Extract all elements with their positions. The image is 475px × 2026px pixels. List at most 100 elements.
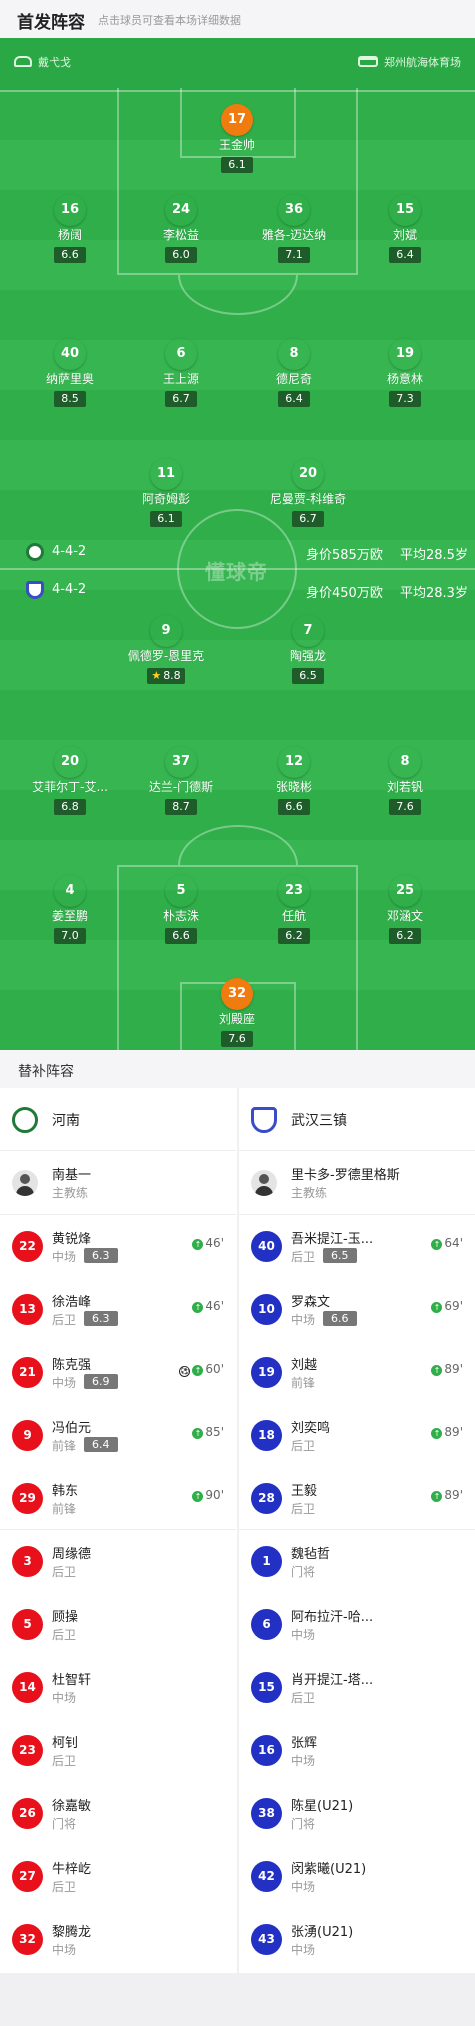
- sub-player-row[interactable]: 6 阿布拉汗-哈... 中场: [239, 1593, 475, 1656]
- player-name: 刘斌: [392, 228, 417, 242]
- away-player[interactable]: 4 姜至鹏 7.0: [22, 875, 118, 955]
- sub-player-name: 王毅: [291, 1484, 318, 1499]
- home-player[interactable]: 15 刘斌 6.4: [357, 194, 453, 274]
- away-team-row[interactable]: 武汉三镇: [239, 1088, 475, 1151]
- player-name: 纳萨里奥: [45, 372, 94, 386]
- sub-player-row[interactable]: 18 刘奕鸣 后卫 ↑ 89': [239, 1404, 475, 1467]
- sub-player-row[interactable]: 16 张辉 中场: [239, 1719, 475, 1782]
- away-subs-column: 武汉三镇 里卡多-罗德里格斯 主教练 40 吾米提江-玉... 后卫 6.5 ↑ 64' 1…: [239, 1088, 475, 1971]
- sub-player-row[interactable]: 14 杜智轩 中场: [0, 1656, 236, 1719]
- rating-value: 6.1: [157, 512, 175, 525]
- sub-player-row[interactable]: 38 陈星(U21) 门将: [239, 1782, 475, 1845]
- sub-player-row[interactable]: 32 黎腾龙 中场: [0, 1908, 236, 1971]
- home-player[interactable]: 20 尼曼贾-科维奇 6.7: [260, 458, 356, 538]
- rating-value: 6.8: [61, 800, 79, 813]
- sub-player-row[interactable]: 43 张湧(U21) 中场: [239, 1908, 475, 1971]
- player-rating: 6.2: [389, 928, 421, 944]
- sub-player-row[interactable]: 19 刘越 前锋 ↑ 89': [239, 1341, 475, 1404]
- rating-value: 7.6: [228, 1032, 246, 1045]
- sub-player-position: 门将: [52, 1817, 77, 1831]
- player-number: 11: [150, 458, 182, 490]
- sub-player-position: 后卫: [52, 1313, 77, 1327]
- away-player[interactable]: 23 任航 6.2: [246, 875, 342, 955]
- away-player[interactable]: 8 刘若钒 7.6: [357, 746, 453, 826]
- player-rating: 8.5: [54, 391, 86, 407]
- sub-in-icon: ↑: [192, 1239, 204, 1250]
- sub-player-row[interactable]: 40 吾米提江-玉... 后卫 6.5 ↑ 64': [239, 1215, 475, 1278]
- away-player[interactable]: 20 艾菲尔丁-艾... 6.8: [22, 746, 118, 826]
- player-number: 36: [278, 194, 310, 226]
- sub-player-row[interactable]: 3 周缘德 后卫: [0, 1530, 236, 1593]
- sub-player-row[interactable]: 5 顾操 后卫: [0, 1593, 236, 1656]
- player-rating: 7.0: [54, 928, 86, 944]
- away-player[interactable]: 37 达兰-门德斯 8.7: [133, 746, 229, 826]
- player-rating: 6.1: [221, 157, 253, 173]
- home-team-row[interactable]: 河南: [0, 1088, 236, 1151]
- home-player[interactable]: 16 杨阔 6.6: [22, 194, 118, 274]
- sub-player-row[interactable]: 9 冯伯元 前锋 6.4 ↑ 85': [0, 1404, 236, 1467]
- away-coach[interactable]: 里卡多-罗德里格斯 主教练: [239, 1151, 475, 1215]
- sub-player-name: 闵紫曦(U21): [291, 1862, 367, 1877]
- lineup-header: 首发阵容 点击球员可查看本场详细数据: [0, 0, 475, 38]
- player-number: 23: [278, 875, 310, 907]
- away-player[interactable]: 32 刘殿座 7.6: [189, 978, 285, 1050]
- player-name: 任航: [281, 909, 306, 923]
- sub-player-row[interactable]: 10 罗森文 中场 6.6 ↑ 69': [239, 1278, 475, 1341]
- away-player[interactable]: 9 佩德罗-恩里克 ★ 8.8: [118, 615, 214, 695]
- sub-player-rating: 6.3: [84, 1248, 118, 1263]
- player-number: 20: [292, 458, 324, 490]
- sub-player-row[interactable]: 27 牛梓屹 后卫: [0, 1845, 236, 1908]
- sub-in-minute: 89': [444, 1425, 463, 1439]
- sub-player-row[interactable]: 26 徐嘉敏 门将: [0, 1782, 236, 1845]
- player-name: 艾菲尔丁-艾...: [32, 780, 108, 794]
- rating-value: 7.1: [285, 248, 303, 261]
- sub-in-time: ↑ 89': [431, 1362, 463, 1376]
- sub-player-row[interactable]: 21 陈克强 中场 6.9 ⚽ ↑ 60': [0, 1341, 236, 1404]
- rating-value: 6.6: [172, 929, 190, 942]
- away-player[interactable]: 12 张晓彬 6.6: [246, 746, 342, 826]
- rating-value: 6.6: [61, 248, 79, 261]
- sub-player-row[interactable]: 15 肖开提江-塔... 后卫: [239, 1656, 475, 1719]
- sub-in-icon: ↑: [431, 1302, 443, 1313]
- sub-in-minute: 60': [205, 1362, 224, 1376]
- sub-player-number: 28: [251, 1483, 282, 1514]
- away-player[interactable]: 7 陶强龙 6.5: [260, 615, 356, 695]
- home-player[interactable]: 6 王上源 6.7: [133, 338, 229, 418]
- sub-player-row[interactable]: 28 王毅 后卫 ↑ 89': [239, 1467, 475, 1530]
- sub-in-minute: 64': [444, 1236, 463, 1250]
- player-number: 16: [54, 194, 86, 226]
- sub-player-position: 后卫: [52, 1565, 77, 1579]
- sub-player-row[interactable]: 23 柯钊 后卫: [0, 1719, 236, 1782]
- away-player[interactable]: 25 邓涵文 6.2: [357, 875, 453, 955]
- player-rating: 6.8: [54, 799, 86, 815]
- sub-player-row[interactable]: 1 魏毡哲 门将: [239, 1530, 475, 1593]
- home-player[interactable]: 24 李松益 6.0: [133, 194, 229, 274]
- sub-player-row[interactable]: 13 徐浩峰 后卫 6.3 ↑ 46': [0, 1278, 236, 1341]
- sub-player-row[interactable]: 42 闵紫曦(U21) 中场: [239, 1845, 475, 1908]
- sub-in-minute: 89': [444, 1362, 463, 1376]
- home-player[interactable]: 17 王金帅 6.1: [189, 104, 285, 184]
- star-icon: ★: [151, 669, 162, 682]
- sub-player-row[interactable]: 29 韩东 前锋 ↑ 90': [0, 1467, 236, 1530]
- sub-player-row[interactable]: 22 黄锐烽 中场 6.3 ↑ 46': [0, 1215, 236, 1278]
- sub-player-name: 黎腾龙: [52, 1925, 92, 1940]
- sub-in-icon: ↑: [431, 1491, 443, 1502]
- home-player[interactable]: 36 雅各-迈达纳 7.1: [246, 194, 342, 274]
- sub-in-time: ↑ 85': [192, 1425, 224, 1439]
- home-player[interactable]: 19 杨意林 7.3: [357, 338, 453, 418]
- subs-panel: 河南 南基一 主教练 22 黄锐烽 中场 6.3 ↑ 46' 13 徐浩峰 后卫 6.3 ↑ 46' 2…: [0, 1088, 475, 1973]
- rating-value: 6.7: [299, 512, 317, 525]
- away-player[interactable]: 5 朴志洙 6.6: [133, 875, 229, 955]
- sub-player-number: 15: [251, 1672, 282, 1703]
- rating-value: 6.4: [285, 392, 303, 405]
- coach-role: 主教练: [291, 1186, 328, 1200]
- sub-player-number: 16: [251, 1735, 282, 1766]
- home-player[interactable]: 40 纳萨里奥 8.5: [22, 338, 118, 418]
- home-player[interactable]: 8 德尼奇 6.4: [246, 338, 342, 418]
- sub-in-time: ⚽ ↑ 60': [179, 1362, 224, 1377]
- player-rating: 6.2: [278, 928, 310, 944]
- home-coach[interactable]: 南基一 主教练: [0, 1151, 236, 1215]
- home-player[interactable]: 11 阿奇姆彭 6.1: [118, 458, 214, 538]
- sub-player-number: 38: [251, 1798, 282, 1829]
- player-name: 阿奇姆彭: [141, 492, 190, 506]
